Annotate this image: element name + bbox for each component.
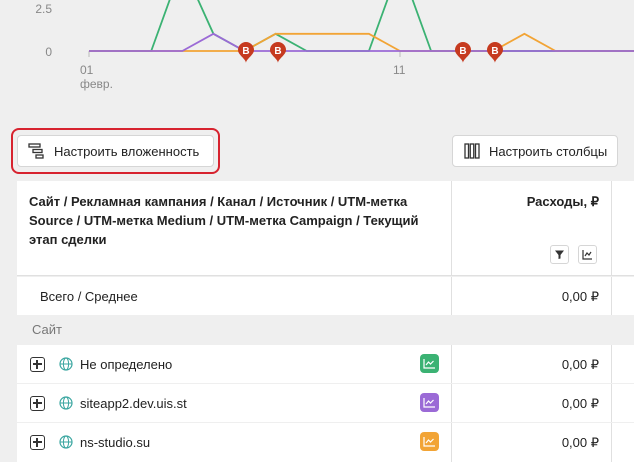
x-tick-label: 01 [80,63,94,77]
total-label: Всего / Среднее [40,289,138,304]
event-marker[interactable]: B [487,42,503,63]
nesting-icon [28,143,44,159]
chart-icon [582,250,592,260]
table-row: ns-studio.su 0,00 ₽ [17,423,634,462]
group-header: Сайт [17,316,634,343]
report-table: Сайт / Рекламная кампания / Канал / Исто… [17,181,634,276]
row-expenses: 0,00 ₽ [561,396,599,411]
series-line-1 [89,32,634,52]
table-row: Не определено 0,00 ₽ [17,345,634,383]
filter-icon [555,250,564,259]
row-chart-toggle[interactable] [420,354,439,373]
row-name[interactable]: Не определено [80,357,172,372]
x-tick-label: 11 [393,63,406,77]
row-expenses: 0,00 ₽ [561,435,599,450]
series-line-2 [89,32,634,52]
chart-column-button[interactable] [578,245,597,264]
total-expenses-value: 0,00 ₽ [561,289,599,304]
row-chart-toggle[interactable] [420,393,439,412]
y-tick-label: 2.5 [35,2,52,16]
svg-text:B: B [459,46,466,57]
event-marker[interactable]: B [238,42,254,63]
series-line-0 [89,0,634,53]
x-tick-sublabel: февр. [80,77,113,91]
y-tick-label: 0 [45,45,52,59]
row-expenses: 0,00 ₽ [561,357,599,372]
expand-row-button[interactable] [30,396,45,411]
event-marker[interactable]: B [270,42,286,63]
event-marker[interactable]: B [455,42,471,63]
globe-icon [59,357,73,371]
row-chart-toggle[interactable] [420,432,439,451]
expand-row-button[interactable] [30,435,45,450]
expenses-column-header[interactable]: Расходы, ₽ [527,192,599,211]
total-row: Всего / Среднее 0,00 ₽ [17,277,634,315]
line-chart-icon [423,359,435,369]
filter-button[interactable] [550,245,569,264]
row-name[interactable]: siteapp2.dev.uis.st [80,396,187,411]
svg-text:B: B [274,46,281,57]
columns-icon [464,143,480,159]
dimension-column-header[interactable]: Сайт / Рекламная кампания / Канал / Исто… [29,192,424,249]
expand-row-button[interactable] [30,357,45,372]
configure-columns-label: Настроить столбцы [489,143,608,159]
row-name[interactable]: ns-studio.su [80,435,150,450]
traffic-line-chart: 2.5 0 01 февр. 11 B B B B [35,0,634,91]
table-row: siteapp2.dev.uis.st 0,00 ₽ [17,384,634,422]
configure-nesting-label: Настроить вложенность [54,143,200,159]
svg-text:B: B [242,46,249,57]
line-chart-icon [423,437,435,447]
svg-text:B: B [491,46,498,57]
configure-nesting-button[interactable]: Настроить вложенность [17,135,214,167]
globe-icon [59,435,73,449]
line-chart-icon [423,398,435,408]
group-label: Сайт [32,322,62,337]
configure-columns-button[interactable]: Настроить столбцы [452,135,618,167]
globe-icon [59,396,73,410]
